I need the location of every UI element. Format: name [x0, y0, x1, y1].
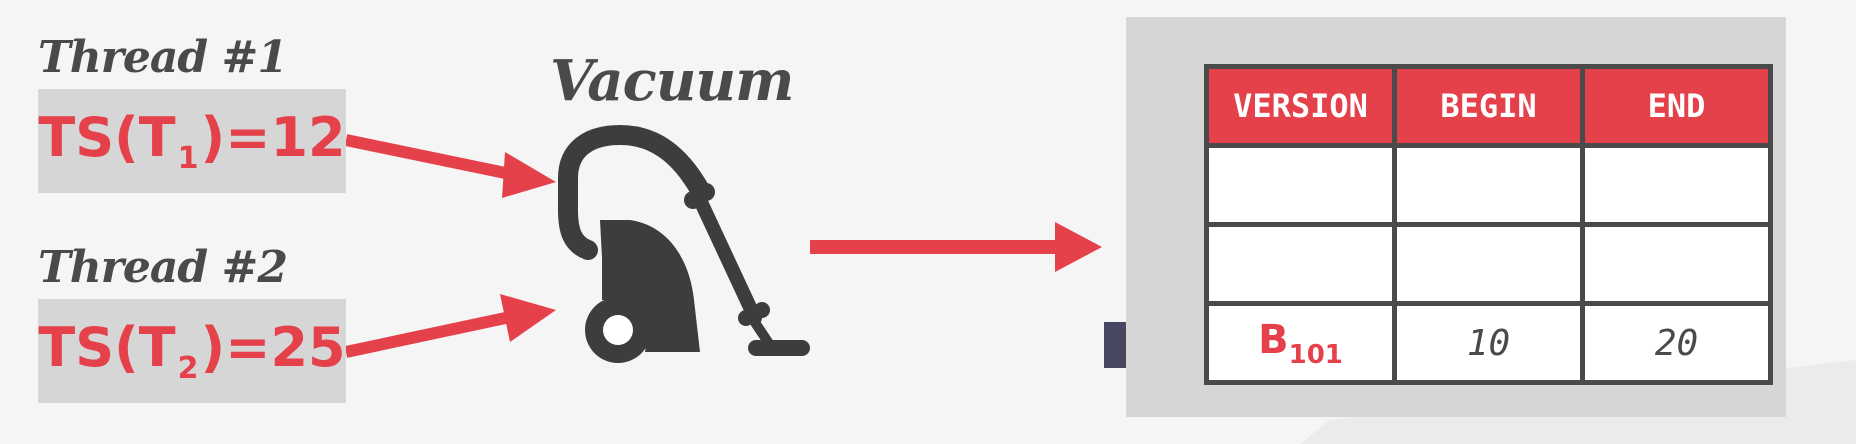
header-end: END — [1580, 64, 1773, 148]
vacuum-label: Vacuum — [550, 48, 794, 114]
header-begin: BEGIN — [1392, 64, 1585, 148]
end-cell — [1580, 143, 1773, 227]
table-row: B101 10 20 — [1204, 301, 1773, 385]
end-cell — [1580, 222, 1773, 306]
thread1-arrow — [344, 134, 556, 198]
thread2-timestamp-box: TS(T2)=25 — [38, 299, 346, 403]
thread2-label: Thread #2 — [38, 242, 288, 293]
version-cell — [1204, 143, 1397, 227]
thread1-timestamp: TS(T1)=12 — [38, 106, 346, 176]
end-cell: 20 — [1580, 301, 1773, 385]
version-cell — [1204, 222, 1397, 306]
thread1-timestamp-box: TS(T1)=12 — [38, 89, 346, 193]
thread2-arrow — [344, 294, 556, 358]
header-version: VERSION — [1204, 64, 1397, 148]
begin-cell — [1392, 222, 1585, 306]
vacuum-to-table-arrow — [810, 222, 1102, 272]
version-cell: B101 — [1204, 301, 1397, 385]
table-row — [1204, 222, 1773, 306]
vacuum-cleaner-icon — [558, 124, 810, 363]
version-table: VERSION BEGIN END B101 10 20 — [1204, 64, 1773, 385]
begin-cell — [1392, 143, 1585, 227]
thread2-timestamp: TS(T2)=25 — [38, 316, 346, 386]
thread1-label: Thread #1 — [38, 32, 288, 83]
begin-cell: 10 — [1392, 301, 1585, 385]
table-row — [1204, 143, 1773, 227]
table-header-row: VERSION BEGIN END — [1204, 64, 1773, 148]
